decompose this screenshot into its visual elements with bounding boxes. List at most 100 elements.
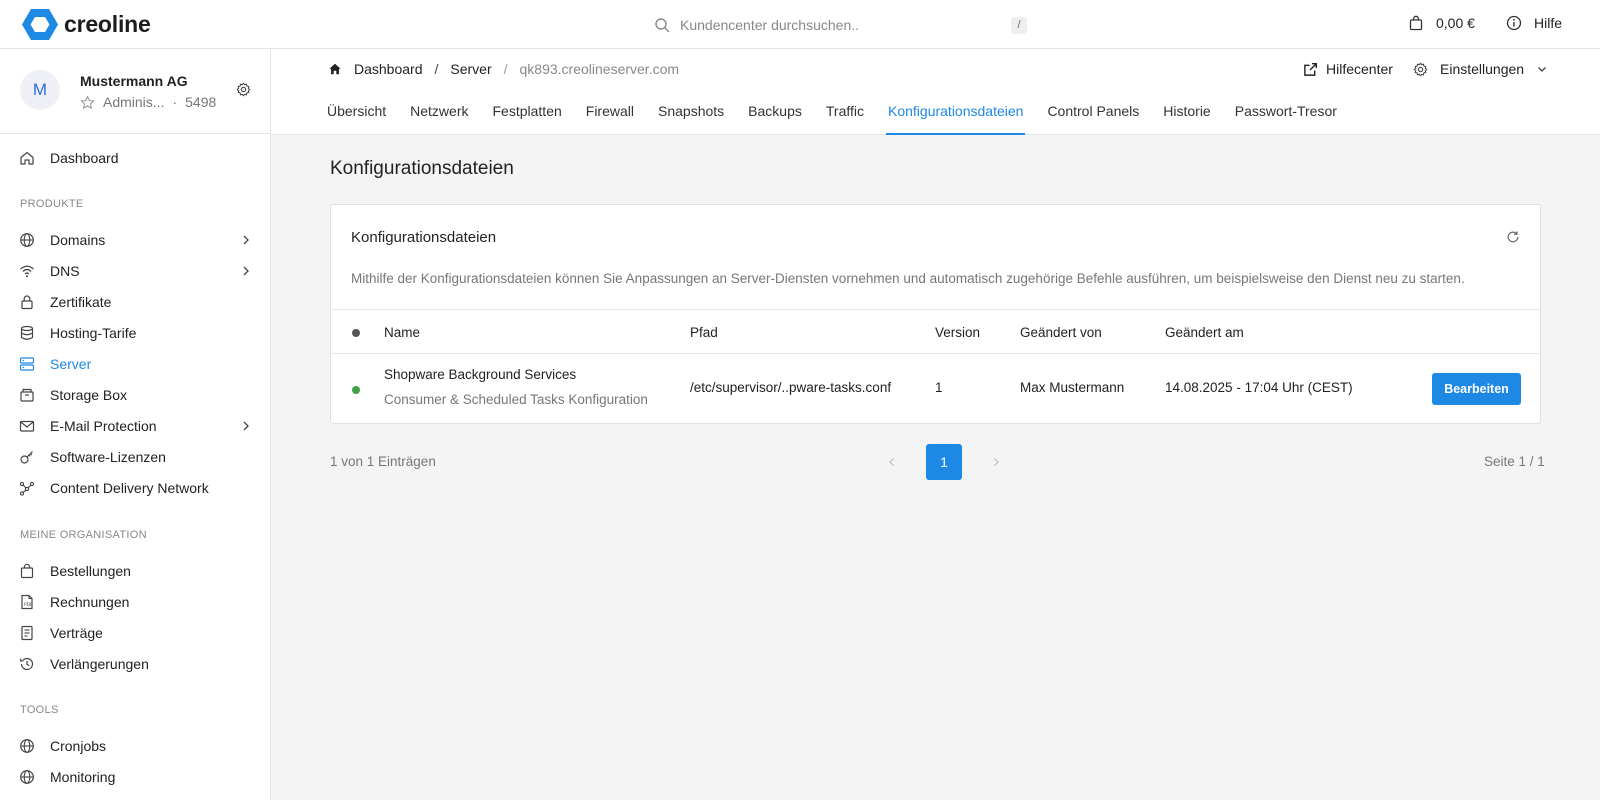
logo-icon	[22, 9, 58, 40]
sidebar-item-cdn[interactable]: Content Delivery Network	[0, 473, 270, 503]
row-path: /etc/supervisor/..pware-tasks.conf	[690, 380, 892, 395]
sidebar-item-domains[interactable]: Domains	[0, 225, 270, 255]
breadcrumb-server[interactable]: Server	[450, 61, 491, 77]
tab-traffic[interactable]: Traffic	[826, 101, 864, 135]
tab-netzwerk[interactable]: Netzwerk	[410, 101, 468, 135]
tab-festplatten[interactable]: Festplatten	[493, 101, 562, 135]
column-name: Name	[384, 325, 421, 340]
pagination: 1	[882, 444, 1006, 480]
section-organisation: MEINE ORGANISATION	[20, 529, 147, 541]
account-number: 5498	[185, 94, 217, 110]
tab-konfigurationsdateien[interactable]: Konfigurationsdateien	[886, 101, 1026, 135]
tab-backups[interactable]: Backups	[748, 101, 802, 135]
account-name: Mustermann AG	[80, 73, 188, 89]
next-page-button[interactable]	[986, 444, 1006, 480]
chevron-right-icon	[243, 421, 249, 431]
sidebar-item-label: Storage Box	[50, 387, 128, 403]
page-title: Konfigurationsdateien	[330, 158, 514, 179]
sidebar-item-bestellungen[interactable]: Bestellungen	[0, 556, 270, 586]
breadcrumb-current: qk893.creolineserver.com	[519, 61, 680, 77]
sidebar-item-server[interactable]: Server	[0, 349, 270, 379]
sidebar-item-rechnungen[interactable]: PDF Rechnungen	[0, 587, 270, 617]
tab-passwort-tresor[interactable]: Passwort-Tresor	[1235, 101, 1337, 135]
sidebar-item-verlaengerungen[interactable]: Verlängerungen	[0, 649, 270, 679]
sidebar-item-label: Monitoring	[50, 769, 116, 785]
gear-icon	[1413, 62, 1428, 76]
contract-icon	[21, 625, 33, 641]
sidebar-item-dns[interactable]: DNS	[0, 256, 270, 286]
history-icon	[20, 657, 34, 671]
column-version: Version	[935, 325, 981, 340]
account-meta: Adminis... · 5498	[80, 94, 216, 110]
avatar[interactable]: M	[20, 70, 60, 110]
home-icon	[20, 151, 34, 165]
sidebar-item-label: Software-Lizenzen	[50, 449, 166, 465]
settings-dropdown[interactable]: Einstellungen	[1413, 61, 1548, 77]
row-name: Shopware Background Services	[384, 367, 577, 382]
sidebar-item-vertraege[interactable]: Verträge	[0, 618, 270, 648]
chevron-right-icon	[243, 235, 249, 245]
section-products: PRODUKTE	[20, 198, 84, 210]
help-button[interactable]: Hilfe	[1506, 15, 1562, 31]
table-row: Shopware Background Services Consumer & …	[331, 354, 1540, 423]
sidebar-item-cronjobs[interactable]: Cronjobs	[0, 731, 270, 761]
mail-icon	[19, 420, 35, 432]
tab-historie[interactable]: Historie	[1163, 101, 1210, 135]
table-header: Name Pfad Version Geändert von Geändert …	[331, 309, 1540, 354]
column-changed-by: Geändert von	[1020, 325, 1102, 340]
tab-control-panels[interactable]: Control Panels	[1047, 101, 1139, 135]
bag-icon	[20, 563, 34, 579]
sidebar-item-label: Verlängerungen	[50, 656, 149, 672]
network-icon	[19, 481, 35, 496]
row-subtitle: Consumer & Scheduled Tasks Konfiguration	[384, 392, 648, 407]
entries-count: 1 von 1 Einträgen	[330, 454, 436, 469]
sidebar-item-software-lizenzen[interactable]: Software-Lizenzen	[0, 442, 270, 472]
logo[interactable]: creoline	[22, 8, 151, 41]
chevron-right-icon	[994, 458, 999, 466]
globe-icon	[20, 770, 34, 784]
page-info: Seite 1 / 1	[1484, 454, 1545, 469]
sidebar-item-zertifikate[interactable]: Zertifikate	[0, 287, 270, 317]
breadcrumb-separator: /	[434, 61, 439, 77]
account-role: Adminis...	[103, 94, 165, 110]
config-files-card: Konfigurationsdateien Mithilfe der Konfi…	[330, 204, 1541, 424]
content-header: Dashboard / Server / qk893.creolineserve…	[271, 49, 1600, 135]
search-shortcut-key: /	[1011, 17, 1027, 34]
chevron-down-icon	[1538, 67, 1547, 72]
search-bar[interactable]: /	[654, 12, 1028, 38]
lock-icon	[21, 295, 33, 310]
refresh-icon[interactable]	[1506, 230, 1520, 244]
sidebar-item-email-protection[interactable]: E-Mail Protection	[0, 411, 270, 441]
section-tools: TOOLS	[20, 704, 59, 716]
breadcrumb-dashboard[interactable]: Dashboard	[354, 61, 423, 77]
chevron-right-icon	[243, 266, 249, 276]
status-column-dot	[352, 329, 360, 337]
tab-uebersicht[interactable]: Übersicht	[327, 101, 386, 135]
search-input[interactable]	[680, 17, 1000, 33]
page-number-button[interactable]: 1	[926, 444, 962, 480]
chevron-left-icon	[889, 458, 894, 466]
previous-page-button[interactable]	[882, 444, 902, 480]
tab-firewall[interactable]: Firewall	[586, 101, 634, 135]
account-settings-icon[interactable]	[236, 82, 251, 97]
sidebar-item-label: Verträge	[50, 625, 103, 641]
sidebar-item-dashboard[interactable]: Dashboard	[0, 143, 270, 173]
info-icon	[1506, 15, 1522, 31]
sidebar-item-label: Content Delivery Network	[50, 480, 209, 496]
edit-button[interactable]: Bearbeiten	[1432, 373, 1521, 405]
star-icon[interactable]	[80, 95, 95, 110]
box-icon	[20, 388, 34, 402]
shopping-bag-icon	[1409, 15, 1423, 31]
sidebar-item-hosting-tarife[interactable]: Hosting-Tarife	[0, 318, 270, 348]
invoice-icon: PDF	[21, 594, 33, 610]
cart-button[interactable]: 0,00 €	[1408, 15, 1475, 31]
tab-snapshots[interactable]: Snapshots	[658, 101, 724, 135]
account-separator: ·	[172, 94, 178, 110]
sidebar-item-storage-box[interactable]: Storage Box	[0, 380, 270, 410]
top-bar: creoline / 0,00 € Hilfe	[0, 0, 1600, 49]
helpcenter-link[interactable]: Hilfecenter	[1303, 61, 1393, 77]
sidebar-item-monitoring[interactable]: Monitoring	[0, 762, 270, 792]
home-icon[interactable]	[328, 62, 342, 76]
sidebar-item-label: Domains	[50, 232, 106, 248]
search-icon	[655, 18, 670, 33]
